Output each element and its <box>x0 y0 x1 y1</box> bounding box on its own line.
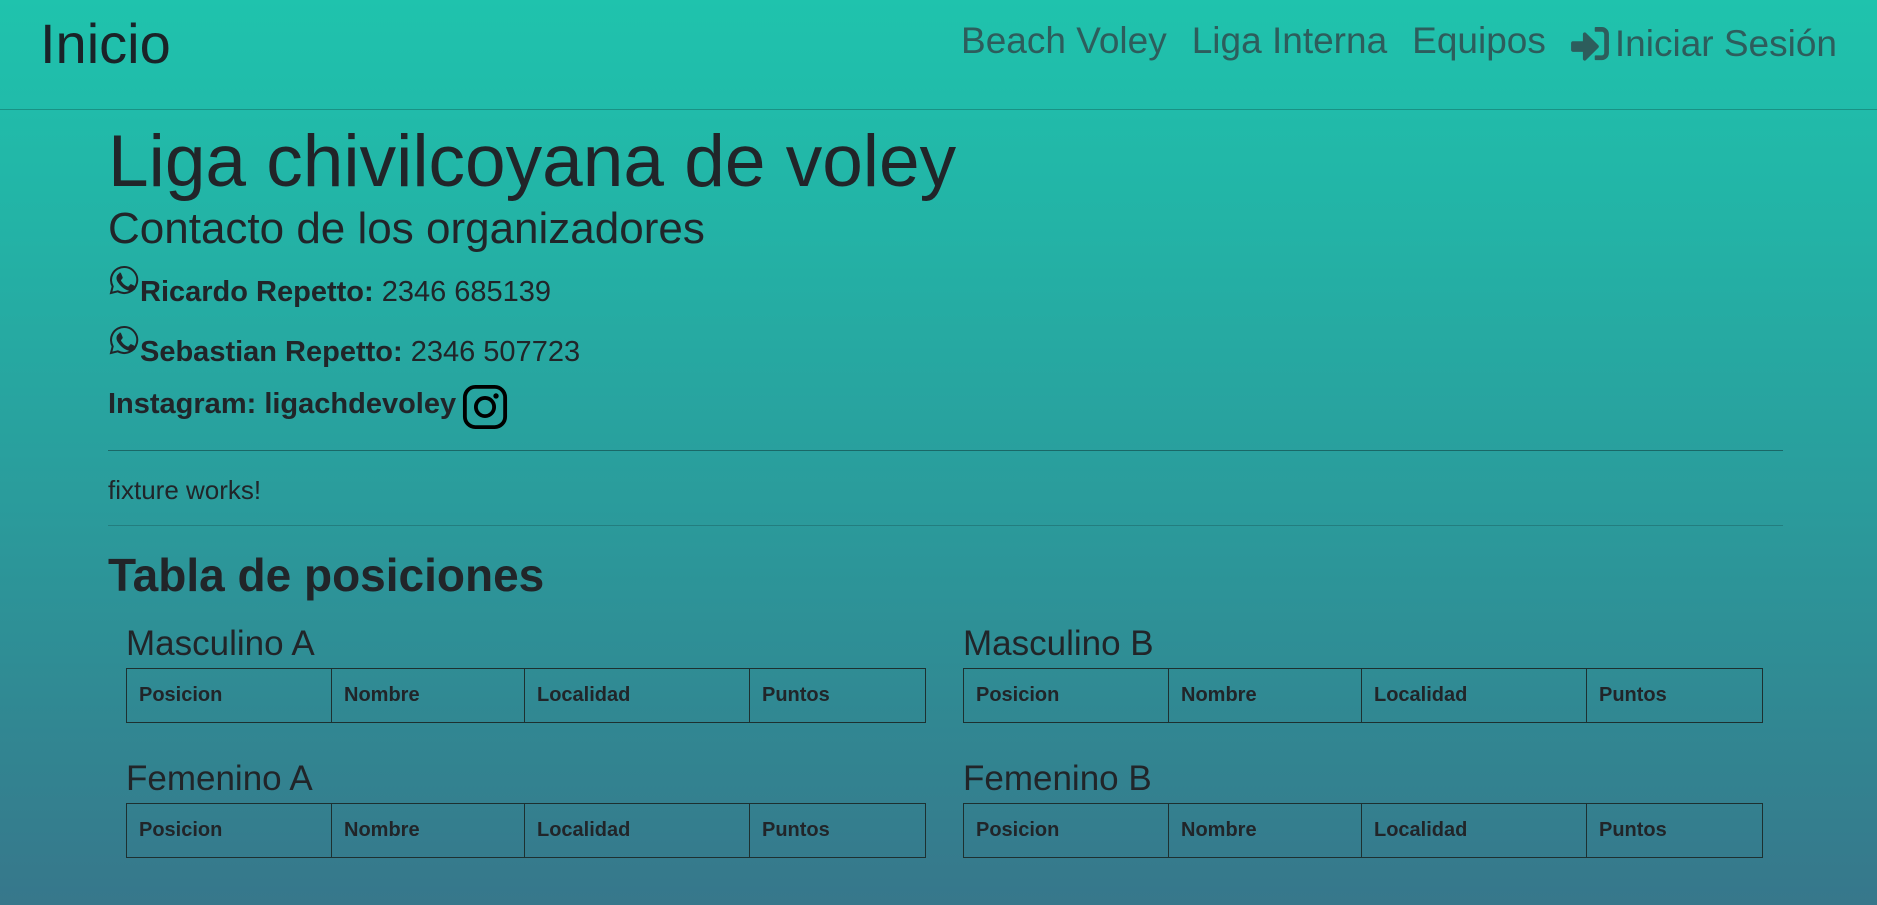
column-header-posicion[interactable]: Posicion <box>126 668 332 723</box>
standings-table: Posicion Nombre Localidad Puntos <box>126 668 926 723</box>
column-header-puntos[interactable]: Puntos <box>1586 668 1763 723</box>
sign-in-icon <box>1570 27 1609 61</box>
divider <box>108 450 1783 451</box>
login-link[interactable]: Iniciar Sesión <box>1570 22 1837 66</box>
column-header-nombre[interactable]: Nombre <box>331 668 525 723</box>
contact-name: Ricardo Repetto: <box>140 276 374 308</box>
table-title: Masculino B <box>963 624 1154 663</box>
column-header-puntos[interactable]: Puntos <box>1586 803 1763 858</box>
whatsapp-icon <box>109 325 139 355</box>
contact-phone: 2346 685139 <box>381 276 552 308</box>
standings-table: Posicion Nombre Localidad Puntos <box>963 668 1763 723</box>
column-header-nombre[interactable]: Nombre <box>331 803 525 858</box>
standings-table-masculino-b: Masculino B Posicion Nombre Localidad Pu… <box>963 624 1763 723</box>
nav-link-beach-voley[interactable]: Beach Voley <box>961 19 1167 63</box>
contact-text-sebastian: Sebastian Repetto: 2346 507723 <box>140 336 580 369</box>
table-title: Femenino B <box>963 759 1152 798</box>
column-header-localidad[interactable]: Localidad <box>524 668 750 723</box>
standings-table-femenino-a: Femenino A Posicion Nombre Localidad Pun… <box>126 759 926 858</box>
column-header-posicion[interactable]: Posicion <box>126 803 332 858</box>
nav-link-liga-interna[interactable]: Liga Interna <box>1192 19 1387 63</box>
brand-link-inicio[interactable]: Inicio <box>40 12 171 76</box>
instagram-label: Instagram: ligachdevoley <box>108 387 457 420</box>
page-subtitle: Contacto de los organizadores <box>108 204 705 253</box>
standings-title: Tabla de posiciones <box>108 549 545 601</box>
contact-row-ricardo: Ricardo Repetto: 2346 685139 <box>108 264 1783 314</box>
fixture-text: fixture works! <box>108 475 262 505</box>
table-header-row: Posicion Nombre Localidad Puntos <box>963 803 1763 858</box>
standings-table: Posicion Nombre Localidad Puntos <box>963 803 1763 858</box>
nav-links: Beach Voley Liga Interna Equipos Iniciar… <box>936 16 1837 66</box>
whatsapp-icon <box>109 265 139 295</box>
table-header-row: Posicion Nombre Localidad Puntos <box>963 668 1763 723</box>
column-header-nombre[interactable]: Nombre <box>1168 668 1362 723</box>
column-header-puntos[interactable]: Puntos <box>749 668 926 723</box>
page-title: Liga chivilcoyana de voley <box>108 121 957 202</box>
column-header-localidad[interactable]: Localidad <box>1361 668 1587 723</box>
table-header-row: Posicion Nombre Localidad Puntos <box>126 803 926 858</box>
column-header-puntos[interactable]: Puntos <box>749 803 926 858</box>
contact-text-ricardo: Ricardo Repetto: 2346 685139 <box>140 276 551 309</box>
divider <box>108 525 1783 526</box>
login-label: Iniciar Sesión <box>1614 23 1837 64</box>
column-header-nombre[interactable]: Nombre <box>1168 803 1362 858</box>
standings-table: Posicion Nombre Localidad Puntos <box>126 803 926 858</box>
instagram-icon[interactable] <box>462 384 508 430</box>
nav-link-equipos[interactable]: Equipos <box>1412 19 1546 63</box>
table-title: Femenino A <box>126 759 313 798</box>
table-header-row: Posicion Nombre Localidad Puntos <box>126 668 926 723</box>
contact-row-sebastian: Sebastian Repetto: 2346 507723 <box>108 324 1783 374</box>
navbar: Inicio Beach Voley Liga Interna Equipos … <box>0 0 1877 110</box>
contact-name: Sebastian Repetto: <box>140 336 403 368</box>
column-header-localidad[interactable]: Localidad <box>1361 803 1587 858</box>
instagram-row: Instagram: ligachdevoley <box>108 378 1783 430</box>
column-header-posicion[interactable]: Posicion <box>963 803 1169 858</box>
column-header-posicion[interactable]: Posicion <box>963 668 1169 723</box>
standings-table-femenino-b: Femenino B Posicion Nombre Localidad Pun… <box>963 759 1763 858</box>
column-header-localidad[interactable]: Localidad <box>524 803 750 858</box>
table-title: Masculino A <box>126 624 315 663</box>
contact-phone: 2346 507723 <box>410 336 581 368</box>
main-content: Liga chivilcoyana de voley Contacto de l… <box>108 110 1783 602</box>
standings-table-masculino-a: Masculino A Posicion Nombre Localidad Pu… <box>126 624 926 723</box>
